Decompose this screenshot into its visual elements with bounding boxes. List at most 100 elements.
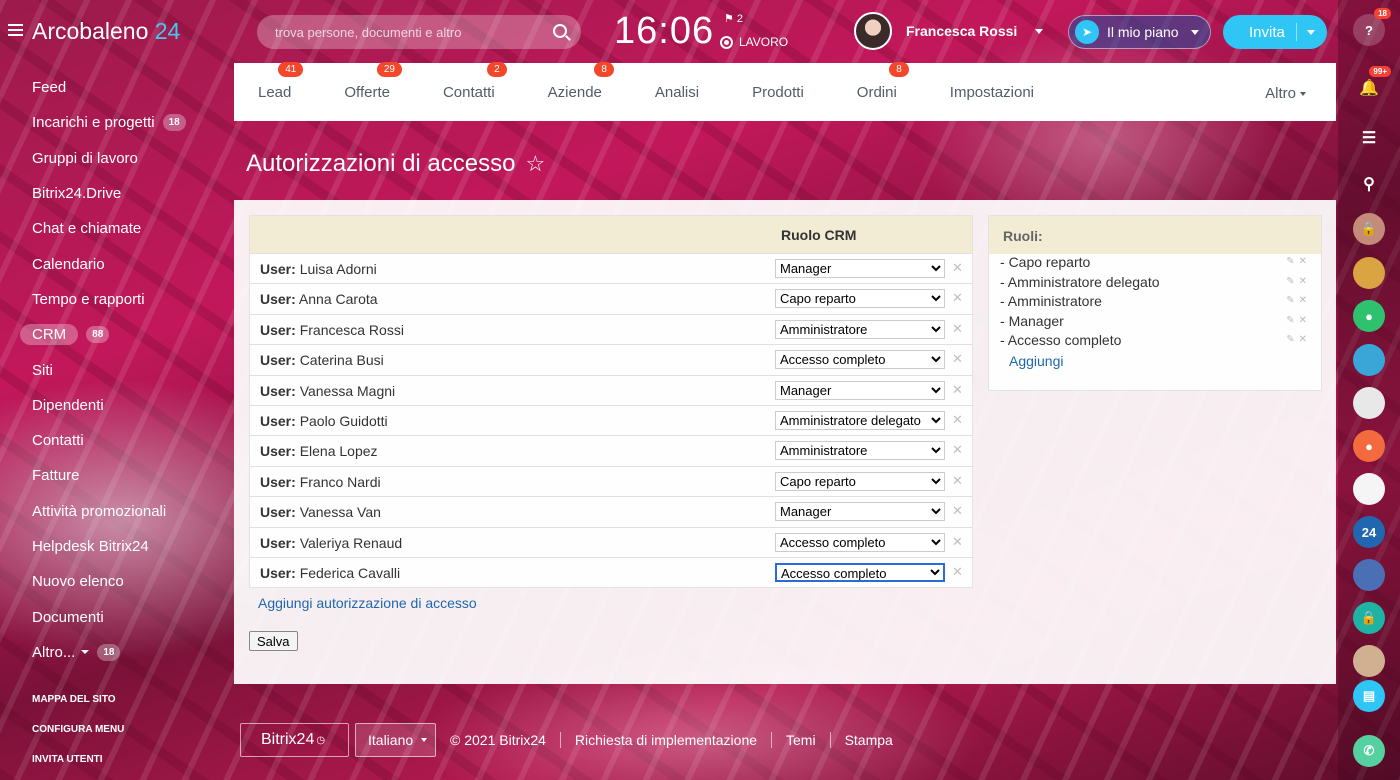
- save-button[interactable]: Salva: [249, 631, 298, 651]
- sitemap-link[interactable]: MAPPA DEL SITO: [0, 684, 230, 714]
- sidebar-item-contacts[interactable]: Contatti: [0, 423, 230, 458]
- role-select[interactable]: Manager: [775, 259, 945, 278]
- sidebar-item-employees[interactable]: Dipendenti: [0, 388, 230, 423]
- invite-divider: [1296, 23, 1297, 41]
- tab-offers[interactable]: Offerte 29: [344, 61, 402, 101]
- group-chat-icon[interactable]: [1353, 344, 1385, 376]
- lock-icon[interactable]: 🔒: [1353, 213, 1385, 245]
- invite-users-link[interactable]: INVITA UTENTI: [0, 744, 230, 774]
- sidebar-item-label: Documenti: [32, 608, 104, 626]
- user-cell: User: Francesca Rossi: [260, 322, 404, 338]
- delete-icon[interactable]: ✕: [952, 321, 963, 337]
- phone-icon[interactable]: ✆: [1353, 735, 1385, 767]
- role-actions[interactable]: ✎✕: [1286, 315, 1311, 326]
- clock[interactable]: 16:06: [614, 10, 714, 53]
- group-avatar[interactable]: [1353, 559, 1385, 591]
- sidebar-item-new-list[interactable]: Nuovo elenco: [0, 564, 230, 599]
- chat-bubble-icon[interactable]: ☰: [1353, 122, 1385, 154]
- role-select[interactable]: Manager: [775, 502, 945, 522]
- role-select[interactable]: Manager: [775, 380, 945, 400]
- sidebar-item-feed[interactable]: Feed: [0, 70, 230, 105]
- themes-link[interactable]: Temi: [786, 732, 816, 748]
- sidebar-item-chat[interactable]: Chat e chiamate: [0, 211, 230, 246]
- sidebar-item-invoices[interactable]: Fatture: [0, 458, 230, 493]
- role-select[interactable]: Accesso completo: [775, 350, 945, 370]
- delete-icon[interactable]: ✕: [952, 442, 963, 458]
- sidebar-item-crm[interactable]: CRM 88: [0, 317, 230, 352]
- delete-icon[interactable]: ✕: [952, 534, 963, 550]
- group-avatar[interactable]: [1353, 387, 1385, 419]
- role-actions[interactable]: ✎✕: [1286, 334, 1311, 345]
- portal-logo[interactable]: Arcobaleno 24: [32, 18, 180, 45]
- configure-menu-link[interactable]: CONFIGURA MENU: [0, 714, 230, 744]
- sidebar-item-helpdesk[interactable]: Helpdesk Bitrix24: [0, 529, 230, 564]
- contact-avatar[interactable]: [1353, 257, 1385, 289]
- chevron-down-icon[interactable]: [1307, 30, 1315, 35]
- tabs-more-button[interactable]: Altro: [1265, 85, 1306, 102]
- sidebar-item-sites[interactable]: Siti: [0, 352, 230, 387]
- bitrix24-chat-icon[interactable]: 24: [1353, 516, 1385, 548]
- roles-header: Ruoli:: [989, 216, 1321, 254]
- sidebar-item-promotions[interactable]: Attività promozionali: [0, 494, 230, 529]
- sidebar-item-documents[interactable]: Documenti: [0, 599, 230, 634]
- sidebar-item-workgroups[interactable]: Gruppi di lavoro: [0, 141, 230, 176]
- my-plan-button[interactable]: ➤ Il mio piano: [1068, 15, 1211, 49]
- sidebar-item-time-reports[interactable]: Tempo e rapporti: [0, 282, 230, 317]
- contact-avatar[interactable]: [1353, 645, 1385, 677]
- search-icon[interactable]: ⚲: [1353, 168, 1385, 200]
- tab-products[interactable]: Prodotti: [752, 84, 804, 101]
- sidebar-item-drive[interactable]: Bitrix24.Drive: [0, 176, 230, 211]
- role-select[interactable]: Amministratore delegato: [775, 410, 945, 430]
- right-bar: ? 18 🔔 99+ ☰ ⚲ 🔒 ● ● 24 🔒 ▤ ✆: [1338, 0, 1400, 780]
- sidebar-item-calendar[interactable]: Calendario: [0, 246, 230, 281]
- bitrix24-brand-button[interactable]: Bitrix24 ◷: [240, 723, 349, 757]
- role-select[interactable]: Accesso completo: [775, 532, 945, 552]
- flag-counter[interactable]: ⚑ 2: [724, 12, 743, 25]
- left-sidebar: Feed Incarichi e progetti 18 Gruppi di la…: [0, 70, 230, 774]
- contact-avatar[interactable]: [1353, 473, 1385, 505]
- user-cell: User: Federica Cavalli: [260, 565, 400, 581]
- role-actions[interactable]: ✎✕: [1286, 256, 1311, 267]
- tab-orders[interactable]: Ordini 8: [857, 61, 909, 101]
- delete-icon[interactable]: ✕: [952, 260, 963, 276]
- help-icon[interactable]: ? 18: [1353, 8, 1391, 46]
- role-select[interactable]: Amministratore: [775, 441, 945, 461]
- invite-button[interactable]: Invita: [1223, 15, 1327, 49]
- role-select[interactable]: Capo reparto: [775, 471, 945, 491]
- sidebar-item-more[interactable]: Altro... 18: [0, 635, 230, 670]
- star-icon[interactable]: ☆: [525, 151, 545, 177]
- document-icon[interactable]: ▤: [1353, 680, 1385, 712]
- search-icon[interactable]: [553, 24, 567, 38]
- delete-icon[interactable]: ✕: [952, 473, 963, 489]
- delete-icon[interactable]: ✕: [952, 290, 963, 306]
- user-icon[interactable]: ●: [1353, 430, 1385, 462]
- tab-companies[interactable]: Aziende 8: [548, 61, 614, 101]
- language-select[interactable]: Italiano: [355, 723, 436, 757]
- delete-icon[interactable]: ✕: [952, 351, 963, 367]
- delete-icon[interactable]: ✕: [952, 412, 963, 428]
- tab-settings[interactable]: Impostazioni: [950, 84, 1034, 101]
- hamburger-menu-icon[interactable]: [8, 24, 23, 36]
- implementation-request-link[interactable]: Richiesta di implementazione: [575, 732, 757, 748]
- role-actions[interactable]: ✎✕: [1286, 295, 1311, 306]
- sidebar-item-tasks[interactable]: Incarichi e progetti 18: [0, 105, 230, 140]
- lock-icon[interactable]: 🔒: [1353, 602, 1385, 634]
- user-icon[interactable]: ●: [1353, 300, 1385, 332]
- print-link[interactable]: Stampa: [845, 732, 893, 748]
- tab-contacts[interactable]: Contatti 2: [443, 61, 507, 101]
- bell-icon[interactable]: 🔔 99+: [1353, 66, 1391, 104]
- add-access-permission-link[interactable]: Aggiungi autorizzazione di accesso: [258, 595, 477, 611]
- user-menu[interactable]: Francesca Rossi: [854, 12, 1044, 50]
- role-select[interactable]: Accesso completo: [775, 562, 945, 582]
- tab-analytics[interactable]: Analisi: [655, 84, 699, 101]
- delete-icon[interactable]: ✕: [952, 564, 963, 580]
- role-actions[interactable]: ✎✕: [1286, 276, 1311, 287]
- add-role-link[interactable]: Aggiungi: [989, 353, 1321, 369]
- delete-icon[interactable]: ✕: [952, 382, 963, 398]
- delete-icon[interactable]: ✕: [952, 503, 963, 519]
- tab-lead[interactable]: Lead 41: [258, 61, 304, 101]
- search-input[interactable]: trova persone, documenti e altro: [257, 15, 581, 49]
- work-status[interactable]: LAVORO: [720, 35, 788, 49]
- role-select[interactable]: Amministratore: [775, 319, 945, 339]
- role-select[interactable]: Capo reparto: [775, 289, 945, 309]
